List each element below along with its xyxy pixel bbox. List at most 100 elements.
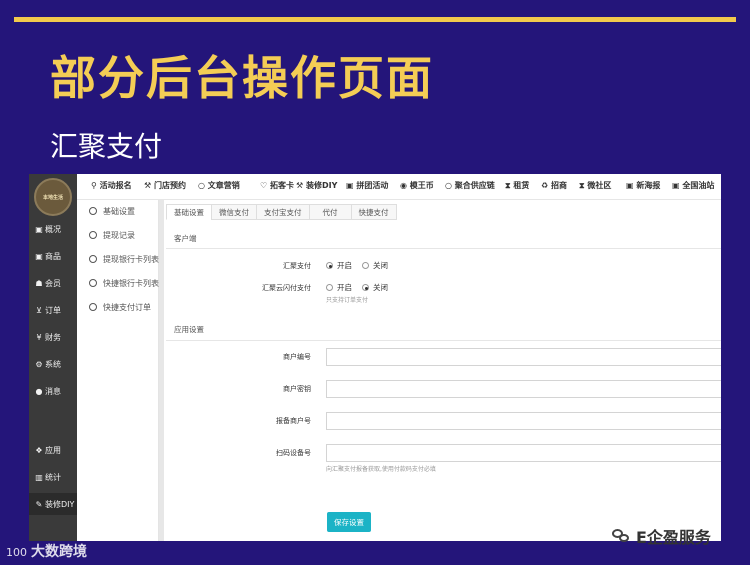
topnav-acquire-card[interactable]: ♡ 拓客卡	[260, 180, 294, 191]
yen-icon: ¥	[36, 332, 42, 342]
slide-subtitle: 汇聚支付	[50, 130, 163, 163]
nav-messages[interactable]: ● 消息	[29, 380, 77, 402]
box-icon: ▣	[35, 251, 43, 261]
tab-basic-settings[interactable]: 基础设置	[166, 204, 211, 220]
topnav-investment[interactable]: ♻ 招商	[541, 180, 567, 191]
topnav-mowang-coin[interactable]: ◉ 模王币	[400, 180, 434, 191]
topnav-group-buy[interactable]: ▣ 拼团活动	[346, 180, 388, 191]
report-merchant-label: 报备商户号	[276, 417, 311, 425]
huiju-pay-radio-group: 开启 关闭	[326, 260, 398, 271]
circle-icon	[89, 279, 97, 287]
topnav-gas-station[interactable]: ▣ 全国油站	[672, 180, 714, 191]
slide-top-bar	[14, 17, 736, 22]
brush-icon: ✎	[35, 499, 43, 509]
merchant-key-input[interactable]	[326, 380, 721, 398]
tab-alipay[interactable]: 支付宝支付	[256, 204, 309, 220]
gears-icon: ⚙	[35, 359, 43, 369]
hammer-icon: ⚒	[296, 181, 306, 190]
circle-icon: ○	[198, 181, 208, 190]
radio-checked-icon	[362, 284, 369, 291]
cart-icon: ⊻	[36, 305, 42, 315]
section-client: 客户端	[174, 234, 197, 243]
nav-apps[interactable]: ❖ 应用	[29, 439, 77, 461]
sub-item-quick-orders[interactable]: 快捷支付订单	[77, 296, 159, 318]
tab-wechat-pay[interactable]: 微信支付	[211, 204, 256, 220]
huiju-pay-off[interactable]: 关闭	[362, 260, 388, 271]
scan-device-hint: 向汇聚支付报备获取,使用付款码支付必填	[326, 466, 436, 473]
chat-icon: ●	[35, 386, 43, 396]
topnav-article-marketing[interactable]: ○ 文章营销	[198, 180, 240, 191]
circle-icon: ○	[445, 181, 455, 190]
nav-members[interactable]: ☗ 会员	[29, 272, 77, 294]
merchant-no-label: 商户编号	[283, 353, 311, 361]
save-settings-button[interactable]: 保存设置	[327, 512, 371, 532]
top-navigation: ⚲ 活动报名 ⚒ 门店预约 ○ 文章营销 ♡ 拓客卡 ⚒ 装修DIY ▣ 拼团活…	[77, 174, 721, 200]
merchant-key-label: 商户密钥	[283, 385, 311, 393]
huiju-pay-label: 汇聚支付	[283, 262, 311, 270]
users-icon: ☗	[35, 278, 43, 288]
chart-icon: ▥	[35, 472, 43, 482]
scan-device-input[interactable]	[326, 444, 721, 462]
scrollbar[interactable]	[159, 200, 164, 541]
radio-icon	[326, 284, 333, 291]
store-logo[interactable]: 本地生活	[34, 178, 72, 216]
watermark-right: E企盈服务	[612, 524, 711, 548]
topnav-rental[interactable]: ⧗ 租赁	[505, 180, 529, 191]
merchant-no-input[interactable]	[326, 348, 721, 366]
topnav-activity-signup[interactable]: ⚲ 活动报名	[91, 180, 132, 191]
nav-orders[interactable]: ⊻ 订单	[29, 299, 77, 321]
heart-icon: ♡	[260, 181, 270, 190]
circle-icon	[89, 303, 97, 311]
huiju-flash-hint: 只支持订单支付	[326, 297, 369, 304]
apps-icon: ❖	[35, 445, 43, 455]
report-merchant-input[interactable]	[326, 412, 721, 430]
sub-item-withdraw-records[interactable]: 提现记录	[77, 224, 159, 246]
divider	[166, 248, 721, 249]
huiju-flash-radio-group: 开启 关闭	[326, 282, 398, 293]
topnav-supply-chain[interactable]: ○ 聚合供应链	[445, 180, 495, 191]
sub-item-withdraw-cards[interactable]: 提现银行卡列表	[77, 248, 159, 270]
sub-sidebar: 基础设置 提现记录 提现银行卡列表 快捷银行卡列表 快捷支付订单	[77, 200, 159, 541]
circle-icon	[89, 231, 97, 239]
tab-proxy-pay[interactable]: 代付	[308, 204, 351, 220]
radio-icon	[362, 262, 369, 269]
coin-icon: ◉	[400, 181, 410, 190]
nav-stats[interactable]: ▥ 统计	[29, 466, 77, 488]
main-content: 基础设置 微信支付 支付宝支付 代付 快捷支付 客户端 汇聚支付 开启 关闭 汇…	[166, 204, 721, 541]
nav-finance[interactable]: ¥ 财务	[29, 326, 77, 348]
left-sidebar: 本地生活 ▣ 概况 ▣ 商品 ☗ 会员 ⊻ 订单 ¥ 财务 ⚙ 系统 ● 消息 ❖ 应用 ▥ 统计…	[29, 174, 77, 541]
nav-decorate-diy[interactable]: ✎ 装修DIY	[29, 493, 77, 515]
scan-device-label: 扫码设备号	[276, 449, 311, 457]
topnav-store-booking[interactable]: ⚒ 门店预约	[144, 180, 186, 191]
huiju-flash-label: 汇聚云闪付支付	[262, 284, 311, 292]
divider	[166, 340, 721, 341]
image-icon: ▣	[672, 181, 683, 190]
image-icon: ▣	[626, 181, 637, 190]
circle-icon	[89, 255, 97, 263]
slide-title: 部分后台操作页面	[50, 51, 434, 105]
sub-item-quick-cards[interactable]: 快捷银行卡列表	[77, 272, 159, 294]
topnav-new-poster[interactable]: ▣ 新海报	[626, 180, 660, 191]
topnav-micro-community[interactable]: ⧗ 微社区	[579, 180, 611, 191]
huiju-flash-on[interactable]: 开启	[326, 282, 352, 293]
tab-quick-pay[interactable]: 快捷支付	[350, 204, 397, 220]
sub-item-basic-settings[interactable]: 基础设置	[77, 200, 159, 222]
admin-screenshot: 本地生活 ▣ 概况 ▣ 商品 ☗ 会员 ⊻ 订单 ¥ 财务 ⚙ 系统 ● 消息 ❖ 应用 ▥ 统计…	[29, 174, 721, 541]
window-icon: ▣	[35, 224, 43, 234]
nav-system[interactable]: ⚙ 系统	[29, 353, 77, 375]
hammer-icon: ⚒	[144, 181, 154, 190]
huiju-pay-on[interactable]: 开启	[326, 260, 352, 271]
brand-logo-icon: 100	[6, 546, 27, 559]
topnav-decorate-diy[interactable]: ⚒ 装修DIY	[296, 180, 337, 191]
image-icon: ▣	[346, 181, 357, 190]
tab-bar: 基础设置 微信支付 支付宝支付 代付 快捷支付	[166, 204, 397, 220]
circle-icon	[89, 207, 97, 215]
radio-checked-icon	[326, 262, 333, 269]
recycle-icon: ♻	[541, 181, 551, 190]
nav-overview[interactable]: ▣ 概况	[29, 218, 77, 240]
nav-goods[interactable]: ▣ 商品	[29, 245, 77, 267]
section-app-settings: 应用设置	[174, 325, 204, 334]
wechat-icon	[612, 529, 630, 543]
link-icon: ⚲	[91, 181, 100, 190]
huiju-flash-off[interactable]: 关闭	[362, 282, 388, 293]
